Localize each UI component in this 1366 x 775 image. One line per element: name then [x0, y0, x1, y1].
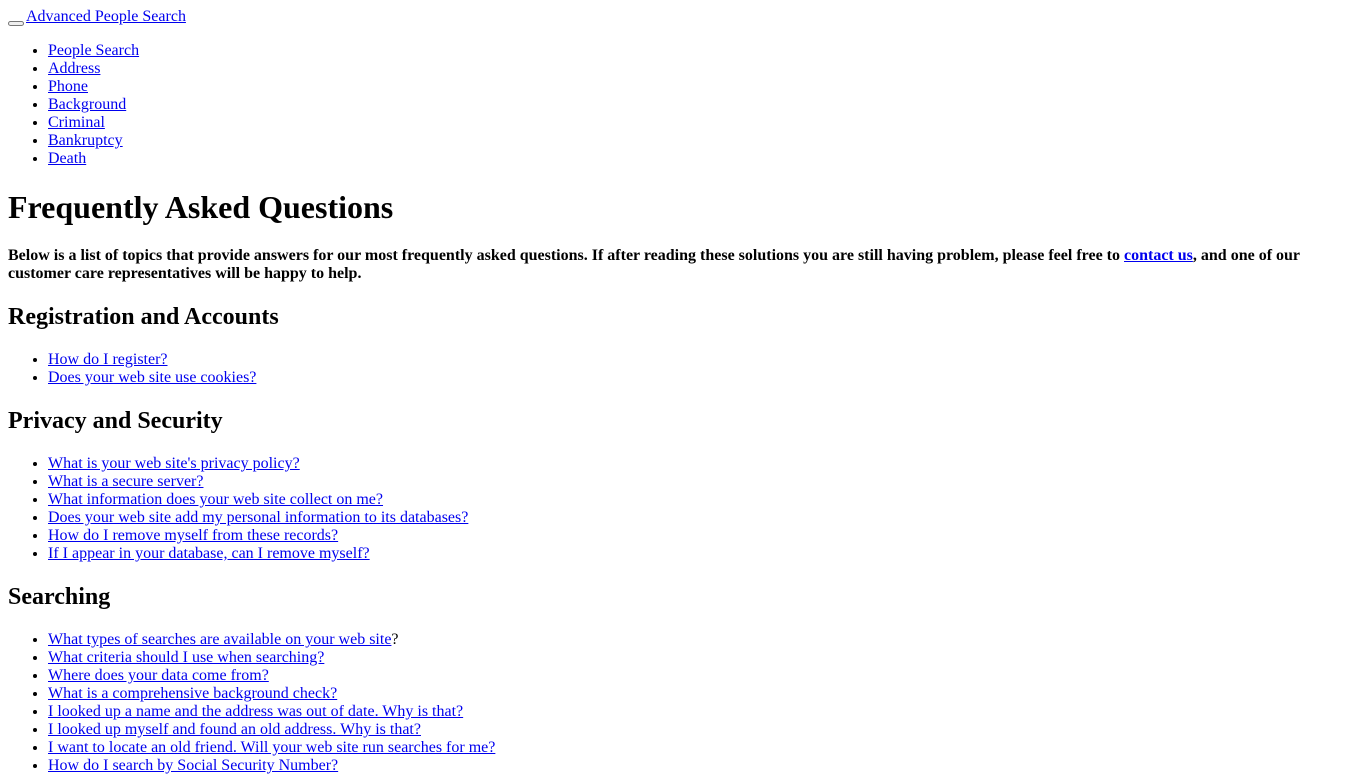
faq-link[interactable]: What is a comprehensive background check… [48, 685, 337, 702]
faq-item: Where does your data come from? [48, 667, 1358, 685]
site-header: Advanced People Search [8, 8, 1358, 26]
faq-link[interactable]: I looked up a name and the address was o… [48, 703, 463, 720]
faq-item: What is a comprehensive background check… [48, 685, 1358, 703]
faq-link[interactable]: Where does your data come from? [48, 667, 269, 684]
faq-item: What is your web site's privacy policy? [48, 455, 1358, 473]
faq-item: I want to locate an old friend. Will you… [48, 739, 1358, 757]
section-heading-privacy: Privacy and Security [8, 408, 223, 434]
section-heading-registration: Registration and Accounts [8, 304, 279, 330]
faq-link[interactable]: How do I remove myself from these record… [48, 527, 338, 544]
nav-link-death[interactable]: Death [48, 150, 86, 167]
nav-item: Death [48, 150, 1358, 168]
faq-item: Does your web site use cookies? [48, 369, 1358, 387]
faq-link[interactable]: If I appear in your database, can I remo… [48, 545, 370, 562]
faq-item: If I appear in your database, can I remo… [48, 545, 1358, 563]
faq-item: What is a secure server? [48, 473, 1358, 491]
brand-link[interactable]: Advanced People Search [26, 8, 186, 25]
faq-item: How do I remove myself from these record… [48, 527, 1358, 545]
faq-list-privacy: What is your web site's privacy policy? … [8, 455, 1358, 563]
faq-suffix: ? [391, 631, 399, 648]
faq-link[interactable]: What is a secure server? [48, 473, 203, 490]
faq-link[interactable]: Does your web site add my personal infor… [48, 509, 468, 526]
nav-item: Criminal [48, 114, 1358, 132]
faq-item: I looked up myself and found an old addr… [48, 721, 1358, 739]
intro-paragraph: Below is a list of topics that provide a… [8, 247, 1358, 283]
faq-link[interactable]: What criteria should I use when searchin… [48, 649, 324, 666]
nav-link-phone[interactable]: Phone [48, 78, 88, 95]
nav-item: People Search [48, 42, 1358, 60]
menu-toggle-button[interactable] [8, 21, 24, 26]
faq-item: What types of searches are available on … [48, 631, 1358, 649]
faq-link[interactable]: I looked up myself and found an old addr… [48, 721, 421, 738]
faq-item: How do I search by Social Security Numbe… [48, 757, 1358, 775]
faq-link[interactable]: How do I search by Social Security Numbe… [48, 757, 338, 774]
faq-link[interactable]: What information does your web site coll… [48, 491, 383, 508]
nav-link-address[interactable]: Address [48, 60, 100, 77]
nav-item: Phone [48, 78, 1358, 96]
faq-item: What information does your web site coll… [48, 491, 1358, 509]
faq-link[interactable]: What is your web site's privacy policy? [48, 455, 300, 472]
intro-text-before: Below is a list of topics that provide a… [8, 247, 1124, 264]
nav-link-background[interactable]: Background [48, 96, 126, 113]
main-nav: People Search Address Phone Background C… [8, 42, 1358, 168]
faq-item: I looked up a name and the address was o… [48, 703, 1358, 721]
faq-link[interactable]: Does your web site use cookies? [48, 369, 256, 386]
contact-us-link[interactable]: contact us [1124, 247, 1193, 264]
nav-item: Bankruptcy [48, 132, 1358, 150]
faq-item: Does your web site add my personal infor… [48, 509, 1358, 527]
faq-link[interactable]: How do I register? [48, 351, 168, 368]
nav-item: Background [48, 96, 1358, 114]
nav-link-bankruptcy[interactable]: Bankruptcy [48, 132, 123, 149]
nav-link-criminal[interactable]: Criminal [48, 114, 105, 131]
nav-item: Address [48, 60, 1358, 78]
faq-list-searching: What types of searches are available on … [8, 631, 1358, 775]
faq-link[interactable]: What types of searches are available on … [48, 631, 391, 648]
faq-link[interactable]: I want to locate an old friend. Will you… [48, 739, 495, 756]
faq-item: What criteria should I use when searchin… [48, 649, 1358, 667]
page-title: Frequently Asked Questions [8, 189, 394, 225]
section-heading-searching: Searching [8, 584, 111, 610]
faq-list-registration: How do I register? Does your web site us… [8, 351, 1358, 387]
faq-item: How do I register? [48, 351, 1358, 369]
nav-link-people-search[interactable]: People Search [48, 42, 139, 59]
